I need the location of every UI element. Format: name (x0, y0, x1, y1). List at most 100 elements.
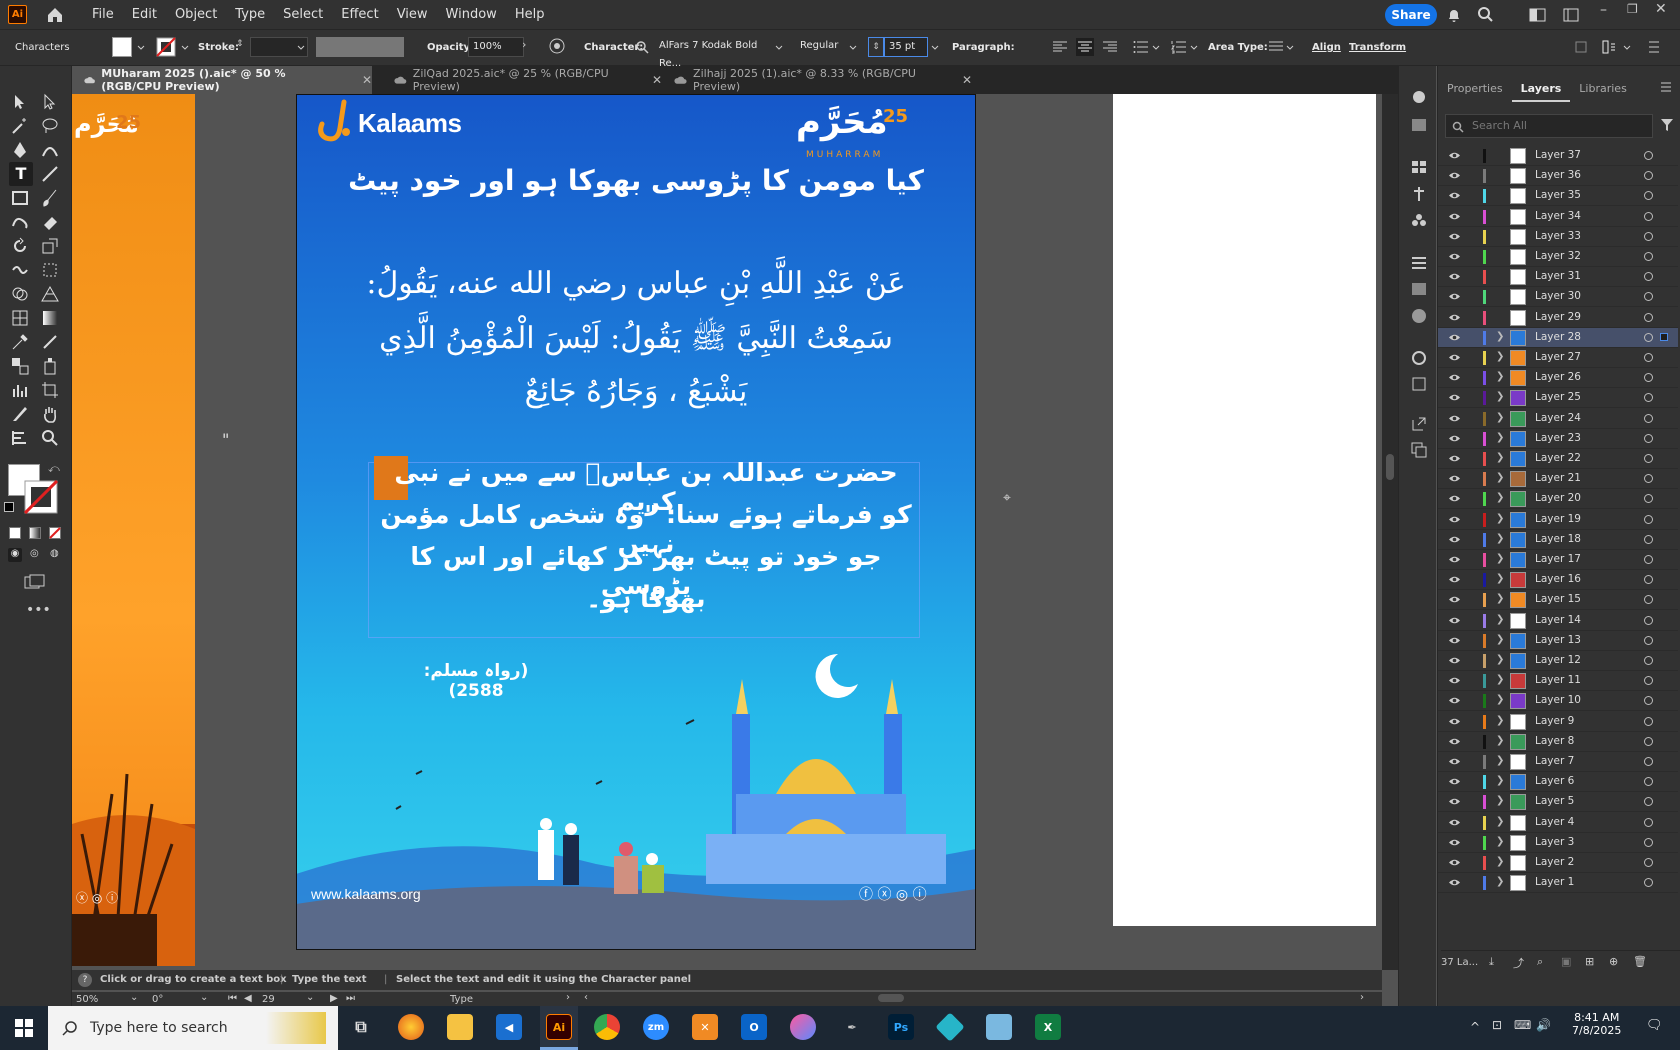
chevron-down-icon[interactable] (930, 43, 940, 53)
layer-row[interactable]: ❯ Layer 12 (1438, 651, 1678, 671)
layer-target-icon[interactable] (1644, 514, 1653, 524)
chevron-down-icon[interactable] (1285, 43, 1295, 53)
default-colors-icon[interactable] (4, 502, 14, 512)
layer-name[interactable]: Layer 23 (1535, 432, 1581, 444)
visibility-eye-icon[interactable] (1448, 676, 1461, 685)
layer-target-icon[interactable] (1644, 534, 1653, 544)
layer-target-icon[interactable] (1644, 272, 1653, 282)
layer-row[interactable]: ❯ Layer 2 (1438, 853, 1678, 873)
symbols-icon[interactable] (1411, 212, 1427, 228)
chevron-down-icon[interactable]: ⌄ (200, 992, 208, 1003)
visibility-eye-icon[interactable] (1448, 151, 1461, 160)
menu-type[interactable]: Type (226, 0, 274, 29)
layer-name[interactable]: Layer 8 (1535, 735, 1574, 747)
layer-name[interactable]: Layer 15 (1535, 593, 1581, 605)
chevron-down-icon[interactable] (1189, 43, 1199, 53)
warp-tool-icon[interactable] (10, 260, 30, 280)
layer-row[interactable]: ❯ Layer 6 (1438, 772, 1678, 793)
expand-arrow-icon[interactable]: ❯ (1496, 735, 1504, 746)
visibility-eye-icon[interactable] (1448, 616, 1461, 625)
area-type-options-icon[interactable] (1268, 40, 1284, 52)
layer-row[interactable]: ❯ Layer 13 (1438, 631, 1678, 651)
start-button[interactable] (0, 1006, 48, 1050)
layer-row[interactable]: Layer 37 (1438, 146, 1678, 166)
layer-name[interactable]: Layer 3 (1535, 836, 1574, 848)
delete-layer-icon[interactable]: 🗑 (1633, 955, 1647, 968)
perspective-grid-tool-icon[interactable] (40, 284, 60, 304)
layer-row[interactable]: Layer 32 (1438, 247, 1678, 267)
tab-properties[interactable]: Properties (1438, 76, 1512, 102)
layer-row[interactable]: ❯ Layer 16 (1438, 570, 1678, 591)
visibility-eye-icon[interactable] (1448, 252, 1461, 261)
layer-target-icon[interactable] (1644, 231, 1653, 241)
visibility-eye-icon[interactable] (1448, 272, 1461, 281)
close-icon[interactable]: ✕ (962, 73, 972, 87)
menu-edit[interactable]: Edit (123, 0, 166, 29)
layer-row[interactable]: ❯ Layer 18 (1438, 530, 1678, 550)
shape-builder-tool-icon[interactable] (10, 284, 30, 304)
pen-tool-icon[interactable] (10, 140, 30, 160)
layer-name[interactable]: Layer 1 (1535, 876, 1574, 888)
menu-object[interactable]: Object (166, 0, 226, 29)
layer-name[interactable]: Layer 17 (1535, 553, 1581, 565)
layer-row[interactable]: ❯ Layer 10 (1438, 691, 1678, 712)
search-icon[interactable] (1477, 6, 1494, 23)
expand-arrow-icon[interactable]: ❯ (1496, 674, 1504, 685)
graphic-styles-icon[interactable] (1411, 118, 1427, 132)
swatches-icon[interactable] (1411, 160, 1427, 174)
direct-selection-tool-icon[interactable] (40, 92, 60, 112)
numbering-icon[interactable] (1171, 40, 1187, 54)
draw-normal-icon[interactable]: ◉ (8, 548, 22, 562)
bell-icon[interactable] (1446, 7, 1462, 23)
tab-zilhajj[interactable]: Zilhajj 2025 (1).aic* @ 8.33 % (RGB/CPU … (662, 66, 972, 94)
transform-link[interactable]: Transform (1349, 42, 1406, 53)
visibility-eye-icon[interactable] (1448, 292, 1461, 301)
brushes-icon[interactable] (1411, 90, 1427, 104)
layer-name[interactable]: Layer 30 (1535, 290, 1581, 302)
expand-arrow-icon[interactable]: ❯ (1496, 856, 1504, 867)
layer-row[interactable]: ❯ Layer 7 (1438, 752, 1678, 772)
visibility-eye-icon[interactable] (1448, 434, 1461, 443)
photoshop-icon[interactable]: Ps (888, 1014, 914, 1040)
filter-icon[interactable] (1660, 118, 1674, 132)
make-clipping-mask-icon[interactable]: ▣ (1561, 955, 1571, 968)
font-size-field[interactable]: 35 pt (884, 37, 928, 57)
puppet-warp-icon[interactable] (1411, 186, 1427, 202)
visibility-eye-icon[interactable] (1448, 171, 1461, 180)
shaper-tool-icon[interactable] (10, 212, 30, 232)
creative-cloud-icon[interactable] (790, 1014, 816, 1040)
xampp-icon[interactable]: ✕ (692, 1014, 718, 1040)
layer-target-icon[interactable] (1644, 736, 1653, 746)
menu-view[interactable]: View (388, 0, 437, 29)
vscode-icon[interactable]: ◀ (496, 1014, 522, 1040)
expand-arrow-icon[interactable]: ❯ (1496, 513, 1504, 524)
layer-row[interactable]: ❯ Layer 26 (1438, 368, 1678, 389)
expand-arrow-icon[interactable]: ❯ (1496, 492, 1504, 503)
visibility-eye-icon[interactable] (1448, 313, 1461, 322)
scale-tool-icon[interactable] (40, 236, 60, 256)
expand-arrow-icon[interactable]: ❯ (1496, 876, 1504, 887)
file-explorer-icon[interactable] (447, 1014, 473, 1040)
panel-options-icon[interactable] (1660, 82, 1672, 92)
layer-name[interactable]: Layer 5 (1535, 795, 1574, 807)
visibility-eye-icon[interactable] (1448, 737, 1461, 746)
zoom-icon[interactable]: zm (643, 1014, 669, 1040)
menu-select[interactable]: Select (274, 0, 332, 29)
layer-name[interactable]: Layer 33 (1535, 230, 1581, 242)
expand-arrow-icon[interactable]: ❯ (1496, 775, 1504, 786)
gradient-tool-icon[interactable] (40, 308, 60, 328)
none-mode-icon[interactable] (49, 527, 61, 539)
more-options-icon[interactable] (1648, 40, 1660, 54)
layer-target-icon[interactable] (1644, 797, 1653, 807)
layer-name[interactable]: Layer 6 (1535, 775, 1574, 787)
visibility-eye-icon[interactable] (1448, 191, 1461, 200)
chevron-down-icon[interactable]: ⌄ (130, 992, 138, 1003)
layer-target-icon[interactable] (1644, 777, 1653, 787)
visibility-eye-icon[interactable] (1448, 858, 1461, 867)
next-artboard-icon[interactable]: ▶ (330, 993, 338, 1004)
visibility-eye-icon[interactable] (1448, 454, 1461, 463)
layer-name[interactable]: Layer 27 (1535, 351, 1581, 363)
collect-for-export-icon[interactable]: ⤓ (1489, 955, 1494, 969)
isolate-icon[interactable] (1575, 41, 1587, 53)
selection-square-icon[interactable] (1660, 332, 1668, 341)
